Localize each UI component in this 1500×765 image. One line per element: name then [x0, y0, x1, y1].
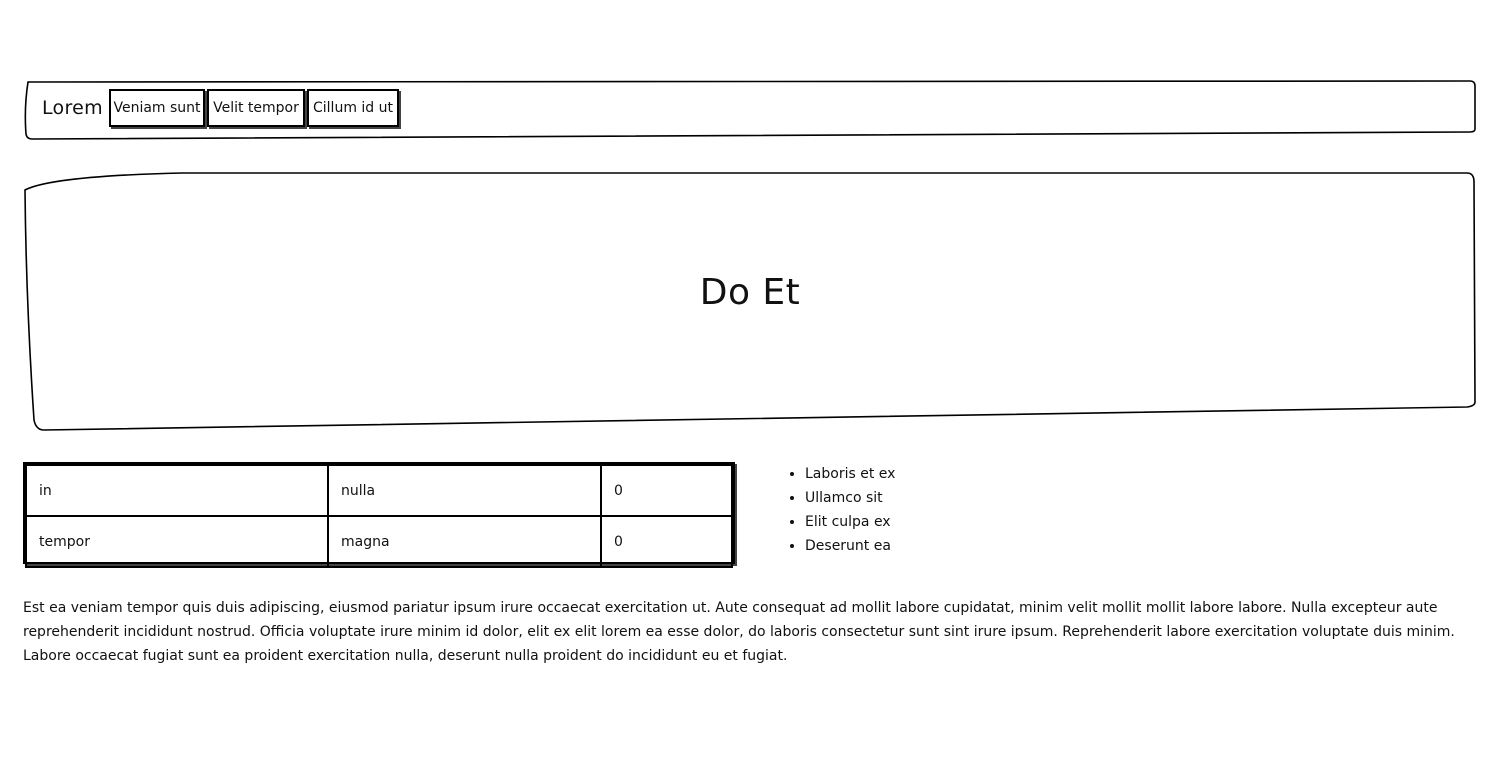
brand-logo[interactable]: Lorem — [42, 97, 103, 119]
table-cell: in — [25, 464, 329, 517]
list-item: Elit culpa ex — [805, 510, 895, 534]
body-paragraph: Est ea veniam tempor quis duis adipiscin… — [23, 600, 1455, 664]
table-cell: nulla — [327, 464, 602, 517]
list-item: Ullamco sit — [805, 486, 895, 510]
hero-section: Do Et — [22, 170, 1478, 432]
nav-button-velit-tempor[interactable]: Velit tempor — [207, 89, 305, 127]
list-item: Laboris et ex — [805, 462, 895, 486]
bullet-list: Laboris et ex Ullamco sit Elit culpa ex … — [785, 462, 895, 558]
table-row: tempor magna 0 — [25, 515, 733, 568]
data-table: in nulla 0 tempor magna 0 — [23, 462, 735, 568]
hero-title: Do Et — [699, 272, 801, 313]
table-cell: 0 — [600, 515, 733, 568]
table-cell: magna — [327, 515, 602, 568]
list-item: Deserunt ea — [805, 534, 895, 558]
table-cell: tempor — [25, 515, 329, 568]
table-cell: 0 — [600, 464, 733, 517]
nav-button-veniam-sunt[interactable]: Veniam sunt — [109, 89, 205, 127]
header-bar: Lorem Veniam sunt Velit tempor Cillum id… — [22, 78, 1478, 142]
table-row: in nulla 0 — [25, 464, 733, 517]
nav-button-cillum-id-ut[interactable]: Cillum id ut — [307, 89, 399, 127]
